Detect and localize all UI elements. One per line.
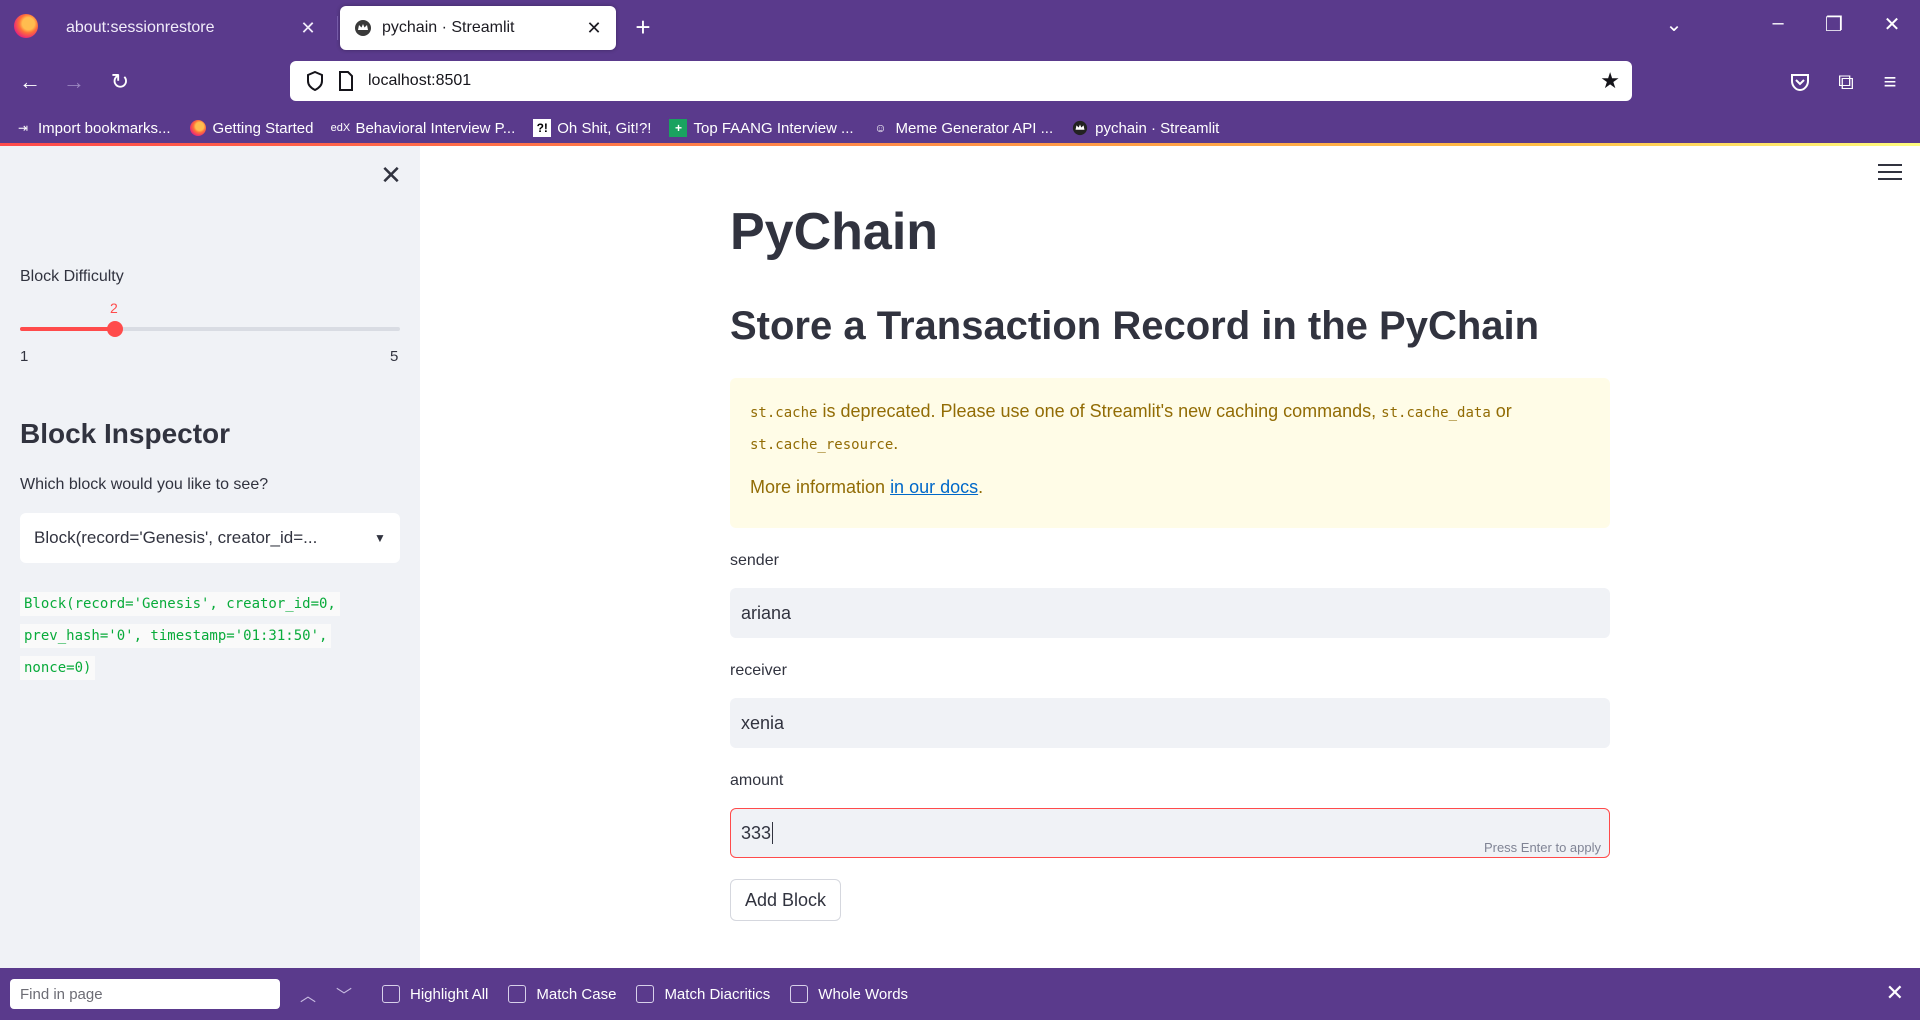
block-select[interactable]: Block(record='Genesis', creator_id=... ▼ bbox=[20, 513, 400, 563]
tab-sessionrestore[interactable]: about:sessionrestore ✕ bbox=[52, 6, 338, 50]
block-select-label: Which block would you like to see? bbox=[20, 476, 269, 493]
import-icon: ⇥ bbox=[17, 121, 29, 135]
bookmark-faang[interactable]: + Top FAANG Interview ... bbox=[669, 119, 854, 137]
block-select-value: Block(record='Genesis', creator_id=... bbox=[34, 528, 318, 547]
bookmarks-toolbar: ⇥ Import bookmarks... Getting Started edX… bbox=[0, 110, 1920, 146]
app-menu-icon[interactable]: ≡ bbox=[1874, 66, 1906, 98]
list-all-tabs-icon[interactable]: ⌄ bbox=[1654, 12, 1694, 37]
page-title: PyChain bbox=[730, 203, 939, 261]
bookmark-getting-started[interactable]: Getting Started bbox=[189, 119, 313, 137]
close-tab-icon[interactable]: ✕ bbox=[584, 18, 604, 39]
browser-tab-bar: about:sessionrestore ✕ pychain · Streaml… bbox=[0, 0, 1920, 54]
minimize-window-icon[interactable]: – bbox=[1758, 12, 1798, 35]
bookmark-pychain[interactable]: pychain · Streamlit bbox=[1071, 119, 1219, 137]
sender-value: ariana bbox=[741, 602, 792, 623]
slider-current-value: 2 bbox=[110, 300, 118, 316]
amount-value: 333 bbox=[741, 822, 772, 843]
code-st-cache-resource: st.cache_resource bbox=[750, 437, 894, 453]
amount-label: amount bbox=[730, 772, 784, 789]
page-subtitle: Store a Transaction Record in the PyChai… bbox=[730, 304, 1540, 348]
close-sidebar-icon[interactable]: ✕ bbox=[378, 160, 404, 191]
find-bar: Find in page ︿ ﹀ Highlight All Match Cas… bbox=[0, 968, 1920, 1020]
plus-green-icon: + bbox=[669, 119, 688, 137]
sender-label: sender bbox=[730, 552, 779, 569]
match-diacritics-checkbox[interactable]: Match Diacritics bbox=[636, 985, 770, 1003]
whole-words-checkbox[interactable]: Whole Words bbox=[790, 985, 908, 1003]
slider-max-label: 5 bbox=[390, 348, 399, 365]
receiver-value: xenia bbox=[741, 712, 785, 733]
firefox-menu-icon[interactable] bbox=[14, 14, 38, 38]
firefox-icon bbox=[189, 119, 207, 137]
sender-input[interactable]: ariana bbox=[730, 588, 1610, 638]
slider-thumb[interactable] bbox=[107, 321, 123, 337]
close-find-bar-icon[interactable]: ✕ bbox=[1886, 980, 1904, 1006]
add-block-button[interactable]: Add Block bbox=[730, 879, 842, 921]
code-line: prev_hash='0', timestamp='01:31:50', bbox=[20, 624, 332, 648]
difficulty-slider[interactable] bbox=[20, 321, 400, 337]
streamlit-crown-icon bbox=[1071, 119, 1089, 137]
code-line: Block(record='Genesis', creator_id=0, bbox=[20, 592, 340, 616]
streamlit-crown-icon bbox=[354, 19, 372, 37]
deprecation-warning: st.cache is deprecated. Please use one o… bbox=[730, 378, 1610, 528]
slider-label: Block Difficulty bbox=[20, 268, 124, 285]
forward-arrow-icon[interactable]: → bbox=[58, 66, 90, 98]
receiver-label: receiver bbox=[730, 662, 787, 679]
restore-window-icon[interactable]: ❐ bbox=[1814, 12, 1854, 37]
close-window-icon[interactable]: ✕ bbox=[1872, 12, 1912, 37]
edx-icon: edX bbox=[330, 122, 351, 134]
url-bar[interactable]: localhost:8501 ★ bbox=[290, 61, 1632, 101]
extensions-icon[interactable]: ⧉ bbox=[1830, 66, 1862, 98]
browser-nav-bar: ← → ↻ localhost:8501 ★ ⧉ ≡ bbox=[0, 54, 1920, 110]
slider-fill bbox=[20, 327, 115, 331]
close-tab-icon[interactable]: ✕ bbox=[298, 18, 318, 39]
octopus-icon: ☺ bbox=[874, 121, 887, 135]
code-st-cache-data: st.cache_data bbox=[1381, 405, 1491, 421]
sidebar: ✕ Block Difficulty 2 1 5 Block Inspector… bbox=[0, 146, 420, 968]
tracking-shield-icon[interactable] bbox=[306, 71, 326, 91]
find-previous-icon[interactable]: ︿ bbox=[290, 982, 326, 1006]
find-placeholder: Find in page bbox=[20, 985, 103, 1003]
match-case-checkbox[interactable]: Match Case bbox=[508, 985, 616, 1003]
tab-pychain[interactable]: pychain · Streamlit ✕ bbox=[340, 6, 616, 50]
page-info-icon[interactable] bbox=[338, 71, 356, 91]
docs-link[interactable]: in our docs bbox=[890, 477, 978, 497]
reload-icon[interactable]: ↻ bbox=[104, 66, 136, 98]
bookmark-oh-shit-git[interactable]: ?! Oh Shit, Git!?! bbox=[533, 119, 651, 137]
code-line: nonce=0) bbox=[20, 656, 96, 680]
tab-label: pychain · Streamlit bbox=[382, 19, 515, 36]
new-tab-button[interactable]: + bbox=[628, 12, 658, 43]
bookmark-meme-api[interactable]: ☺ Meme Generator API ... bbox=[872, 119, 1053, 137]
bookmark-star-icon[interactable]: ★ bbox=[1600, 68, 1620, 94]
amount-input[interactable]: 333 Press Enter to apply bbox=[730, 808, 1610, 858]
tab-label: about:sessionrestore bbox=[66, 19, 215, 36]
main-menu-icon[interactable] bbox=[1878, 164, 1902, 185]
press-enter-hint: Press Enter to apply bbox=[1483, 840, 1601, 855]
bookmark-import[interactable]: ⇥ Import bookmarks... bbox=[14, 119, 171, 137]
code-st-cache: st.cache bbox=[750, 405, 818, 421]
find-next-icon[interactable]: ﹀ bbox=[326, 982, 362, 1006]
bookmark-behavioral-interview[interactable]: edX Behavioral Interview P... bbox=[330, 119, 516, 137]
highlight-all-checkbox[interactable]: Highlight All bbox=[382, 985, 488, 1003]
find-input[interactable]: Find in page bbox=[10, 979, 280, 1009]
back-arrow-icon[interactable]: ← bbox=[14, 66, 46, 98]
block-inspector-heading: Block Inspector bbox=[20, 418, 231, 449]
chevron-down-icon[interactable]: ▼ bbox=[360, 531, 400, 545]
url-text[interactable]: localhost:8501 bbox=[368, 72, 1600, 90]
slider-min-label: 1 bbox=[20, 348, 29, 365]
pocket-icon[interactable] bbox=[1784, 66, 1816, 98]
question-box-icon: ?! bbox=[533, 119, 552, 137]
block-code-output: Block(record='Genesis', creator_id=0, pr… bbox=[20, 588, 400, 684]
receiver-input[interactable]: xenia bbox=[730, 698, 1610, 748]
